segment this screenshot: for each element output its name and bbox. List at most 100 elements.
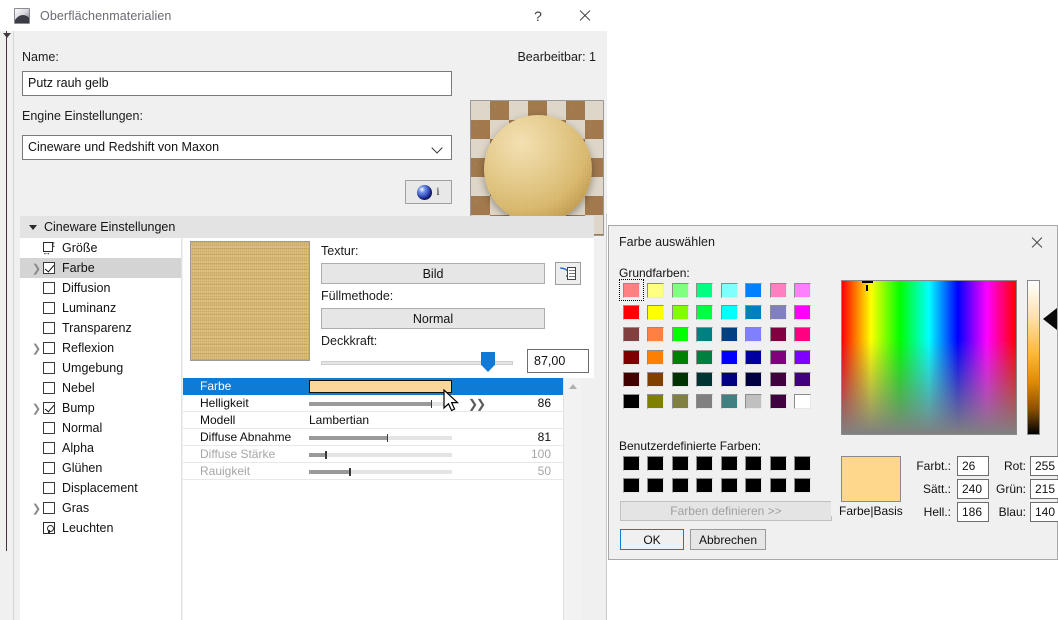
tree-item-displacement[interactable]: Displacement (20, 478, 181, 498)
texture-thumbnail[interactable] (190, 241, 310, 361)
param-slider[interactable] (309, 402, 452, 406)
custom-color-cell[interactable] (693, 452, 718, 474)
param-slider[interactable] (309, 470, 452, 474)
chevron-right-icon[interactable]: ❯ (30, 502, 43, 515)
chevron-right-icon[interactable]: ❯ (30, 402, 43, 415)
basic-color-cell[interactable] (693, 346, 718, 368)
basic-color-cell[interactable] (693, 324, 718, 346)
basic-color-cell[interactable] (619, 390, 644, 412)
basic-color-cell[interactable] (668, 368, 693, 390)
basic-color-cell[interactable] (668, 346, 693, 368)
luminance-pointer-icon[interactable] (1043, 308, 1057, 330)
basic-color-cell[interactable] (619, 346, 644, 368)
custom-color-cell[interactable] (791, 474, 816, 496)
basic-color-cell[interactable] (619, 368, 644, 390)
tree-item-bump[interactable]: ❯Bump (20, 398, 181, 418)
tree-item-farbe[interactable]: ❯Farbe (20, 258, 181, 278)
checkbox-bump[interactable] (43, 402, 55, 414)
basic-color-cell[interactable] (644, 390, 669, 412)
basic-color-cell[interactable] (693, 279, 718, 301)
basic-color-cell[interactable] (791, 324, 816, 346)
param-control[interactable] (313, 429, 497, 446)
custom-color-cell[interactable] (742, 452, 767, 474)
texture-button[interactable]: Bild (321, 263, 545, 284)
chevron-right-icon[interactable]: ❯ (30, 342, 43, 355)
param-row[interactable]: Farbe (183, 378, 563, 395)
basic-color-cell[interactable] (619, 301, 644, 323)
basic-color-cell[interactable] (766, 346, 791, 368)
blue-input[interactable]: 140 (1030, 502, 1058, 522)
basic-color-cell[interactable] (742, 279, 767, 301)
param-control[interactable] (313, 446, 497, 463)
tree-item-leuchten[interactable]: Leuchten (20, 518, 181, 538)
checkbox-luminanz[interactable] (43, 302, 55, 314)
tree-item-normal[interactable]: Normal (20, 418, 181, 438)
basic-color-cell[interactable] (717, 390, 742, 412)
ok-button[interactable]: OK (620, 529, 684, 550)
custom-color-cell[interactable] (668, 474, 693, 496)
basic-color-cell[interactable] (742, 301, 767, 323)
tree-item-diffusion[interactable]: Diffusion (20, 278, 181, 298)
param-row[interactable]: Diffuse Abnahme81 (183, 429, 563, 446)
tree-item-luminanz[interactable]: Luminanz (20, 298, 181, 318)
param-row[interactable]: Rauigkeit50 (183, 463, 563, 480)
basic-color-cell[interactable] (717, 301, 742, 323)
basic-color-cell[interactable] (693, 390, 718, 412)
param-row[interactable]: Diffuse Stärke100 (183, 446, 563, 463)
custom-color-cell[interactable] (766, 474, 791, 496)
tree-item-nebel[interactable]: Nebel (20, 378, 181, 398)
basic-color-cell[interactable] (742, 390, 767, 412)
engine-settings-select[interactable]: Cineware und Redshift von Maxon (22, 135, 452, 160)
param-slider[interactable] (309, 453, 452, 457)
basic-color-cell[interactable] (644, 279, 669, 301)
tree-item-transparenz[interactable]: Transparenz (20, 318, 181, 338)
custom-color-cell[interactable] (717, 452, 742, 474)
checkbox-transparenz[interactable] (43, 322, 55, 334)
custom-color-cell[interactable] (644, 452, 669, 474)
material-info-button[interactable]: i (405, 180, 452, 204)
checkbox-nebel[interactable] (43, 382, 55, 394)
custom-color-cell[interactable] (668, 452, 693, 474)
hue-saturation-field[interactable] (841, 280, 1017, 435)
checkbox-gras[interactable] (43, 502, 55, 514)
basic-color-cell[interactable] (644, 301, 669, 323)
tree-item-reflexion[interactable]: ❯Reflexion (20, 338, 181, 358)
define-colors-button[interactable]: Farben definieren >> (620, 501, 832, 521)
param-slider-thumb[interactable] (431, 400, 433, 408)
param-control[interactable]: ❯❯ (313, 395, 497, 412)
param-control[interactable]: Lambertian (313, 412, 497, 429)
checkbox-normal[interactable] (43, 422, 55, 434)
basic-color-cell[interactable] (644, 346, 669, 368)
tree-item-umgebung[interactable]: Umgebung (20, 358, 181, 378)
tree-item-alpha[interactable]: Alpha (20, 438, 181, 458)
tree-item-gras[interactable]: ❯Gras (20, 498, 181, 518)
basic-color-cell[interactable] (791, 390, 816, 412)
basic-color-cell[interactable] (717, 324, 742, 346)
basic-color-cell[interactable] (668, 324, 693, 346)
custom-color-cell[interactable] (619, 452, 644, 474)
basic-color-cell[interactable] (791, 368, 816, 390)
green-input[interactable]: 215 (1030, 479, 1058, 499)
color-swatch[interactable] (309, 380, 452, 393)
custom-color-cell[interactable] (644, 474, 669, 496)
checkbox-reflexion[interactable] (43, 342, 55, 354)
luminance-bar[interactable] (1027, 280, 1040, 435)
red-input[interactable]: 255 (1030, 456, 1058, 476)
name-input[interactable]: Putz rauh gelb (22, 71, 452, 96)
basic-color-cell[interactable] (619, 279, 644, 301)
basic-color-cell[interactable] (791, 301, 816, 323)
hue-crosshair-marker[interactable] (862, 281, 873, 292)
basic-color-cell[interactable] (766, 390, 791, 412)
cineware-section-header[interactable]: Cineware Einstellungen (20, 216, 594, 238)
checkbox-farbe[interactable] (43, 262, 55, 274)
basic-color-cell[interactable] (668, 301, 693, 323)
color-dialog-close-button[interactable] (1019, 228, 1053, 256)
basic-color-cell[interactable] (791, 279, 816, 301)
cancel-button[interactable]: Abbrechen (690, 529, 766, 550)
basic-color-cell[interactable] (766, 324, 791, 346)
param-slider[interactable] (309, 436, 452, 440)
parameter-list-scrollbar[interactable] (563, 378, 581, 620)
basic-color-cell[interactable] (644, 324, 669, 346)
animate-chevrons-icon[interactable]: ❯❯ (468, 397, 484, 411)
param-control[interactable] (313, 463, 497, 480)
